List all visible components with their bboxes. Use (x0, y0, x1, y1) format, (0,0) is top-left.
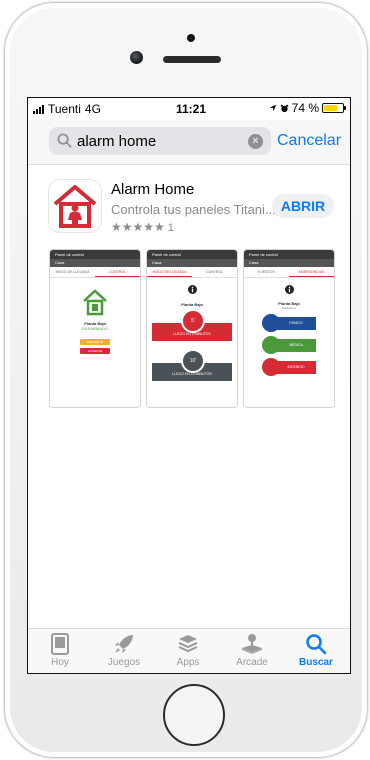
timer-10-icon: 10' (181, 349, 205, 373)
open-button[interactable]: ABRIR (272, 194, 334, 218)
status-time: 11:21 (176, 102, 207, 116)
shot-tab-active: EMERGENCIAS (289, 267, 334, 277)
alarm-clock-icon (280, 104, 288, 112)
shot-subtitle: Casa (50, 259, 140, 267)
joystick-icon (242, 634, 262, 654)
shot-subtitle: Casa (244, 259, 334, 267)
signal-icon (33, 104, 44, 114)
app-icon[interactable] (48, 179, 102, 233)
home-button[interactable] (163, 684, 225, 746)
tab-label: Arcade (236, 657, 268, 668)
shot-state: DESARMADO (82, 326, 108, 331)
fire-icon (262, 358, 280, 376)
shot-subtitle: Casa (147, 259, 237, 267)
search-result-app[interactable]: Alarm Home Controla tus paneles Titani..… (28, 164, 350, 244)
info-icon (147, 281, 237, 299)
shot-panic-button: PÁNICO (276, 316, 316, 330)
earpiece-speaker (163, 56, 221, 63)
tab-games[interactable]: Juegos (92, 632, 156, 672)
clear-search-icon[interactable]: × (248, 134, 263, 149)
search-bar: alarm home × Cancelar (28, 120, 350, 165)
tab-label: Juegos (107, 657, 141, 668)
screen: Tuenti 4G 11:21 74 % alarm home × Cancel… (27, 97, 351, 674)
search-query: alarm home (77, 133, 157, 150)
tab-label: Hoy (51, 657, 69, 668)
shot-zone-sub: Partición 1 (281, 306, 297, 310)
star-rating-icon: ★★★★★ (111, 220, 165, 234)
shield-icon (262, 314, 280, 332)
app-screenshot-3[interactable]: Panel de control Casa EVENTOS EMERGENCIA… (243, 249, 335, 408)
tab-today[interactable]: Hoy (28, 632, 92, 672)
shot-away-button: AUSENTE (80, 348, 110, 354)
search-input[interactable]: alarm home × (49, 127, 271, 155)
shot-tab: EVENTOS (258, 270, 275, 274)
shot-tab-active: MODO DE LLEGADA (147, 267, 192, 277)
apps-stack-icon (178, 635, 198, 653)
app-name: Alarm Home (111, 181, 195, 198)
tab-bar: Hoy Juegos Apps Arcade Buscar (28, 628, 350, 673)
today-icon (51, 633, 69, 655)
house-alarm-icon (53, 185, 97, 228)
shot-tab: MODO DE LLEGADA (55, 270, 90, 274)
shot-tab: CONTROL (205, 270, 224, 274)
shot-tab-active: CONTROL (95, 267, 140, 277)
network-type: 4G (84, 102, 101, 116)
magnifier-icon (57, 133, 72, 148)
rating-stars: ★★★★★ 1 (111, 220, 174, 234)
tab-search[interactable]: Buscar (284, 632, 348, 672)
status-bar: Tuenti 4G 11:21 74 % (28, 98, 350, 120)
battery-icon (322, 103, 346, 113)
app-screenshot-1[interactable]: Panel de control Casa MODO DE LLEGADA CO… (49, 249, 141, 408)
location-icon (269, 104, 276, 112)
shot-zone: Planta Baja (181, 302, 203, 307)
rating-count: 1 (167, 222, 174, 234)
house-icon (50, 288, 140, 321)
tab-apps[interactable]: Apps (156, 632, 220, 672)
shot-present-button: PRESENTE (80, 339, 110, 345)
shot-title: Panel de control (244, 250, 334, 259)
rocket-icon (115, 635, 133, 653)
shot-fire-button: INCENDIO (276, 360, 316, 374)
shot-title: Panel de control (147, 250, 237, 259)
carrier-name: Tuenti (48, 102, 81, 116)
shot-medical-button: MÉDICA (276, 338, 316, 352)
proximity-sensor (187, 34, 195, 42)
tab-arcade[interactable]: Arcade (220, 632, 284, 672)
shot-title: Panel de control (50, 250, 140, 259)
app-subtitle: Controla tus paneles Titani... (111, 202, 276, 217)
tab-label: Buscar (299, 657, 333, 668)
search-icon (306, 634, 327, 655)
info-icon (244, 281, 334, 299)
app-screenshot-2[interactable]: Panel de control Casa MODO DE LLEGADA CO… (146, 249, 238, 408)
cancel-button[interactable]: Cancelar (277, 132, 341, 150)
front-camera (130, 51, 143, 64)
battery-percent: 74 % (291, 101, 319, 115)
timer-5-icon: 5' (181, 309, 205, 333)
tab-label: Apps (176, 657, 200, 668)
medical-cross-icon (262, 336, 280, 354)
